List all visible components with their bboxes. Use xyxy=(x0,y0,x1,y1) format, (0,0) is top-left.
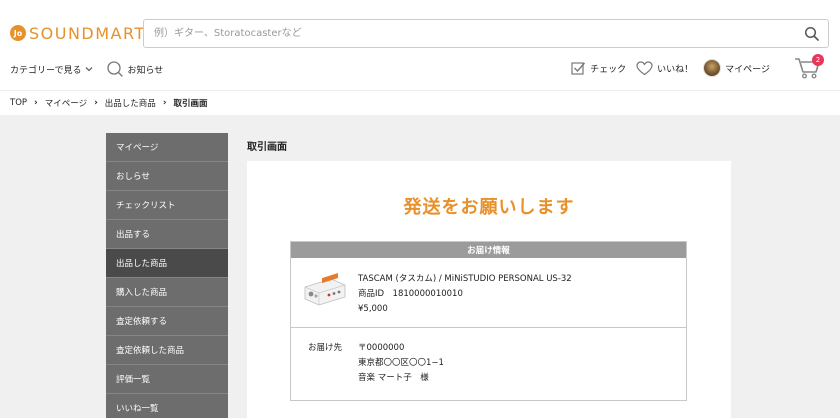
sidebar-item-request-appraisal[interactable]: 査定依頼する xyxy=(106,307,228,336)
sidebar-item-notices[interactable]: おしらせ xyxy=(106,162,228,191)
breadcrumb: TOP › マイページ › 出品した商品 › 取引画面 xyxy=(0,90,840,115)
product-id: 商品ID 1810000010010 xyxy=(358,289,463,299)
product-image[interactable] xyxy=(301,273,347,309)
like-label: いいね！ xyxy=(657,64,694,75)
heart-icon xyxy=(636,60,653,75)
checkbox-icon xyxy=(571,61,586,75)
breadcrumb-separator-icon: › xyxy=(94,98,98,108)
search-input[interactable] xyxy=(144,20,784,47)
sidebar-item-checklist[interactable]: チェックリスト xyxy=(106,191,228,220)
cart-count-badge: 2 xyxy=(812,54,824,66)
search-icon[interactable] xyxy=(804,26,820,42)
breadcrumb-current: 取引画面 xyxy=(173,99,208,109)
breadcrumb-separator-icon: › xyxy=(162,98,167,108)
mypage-link[interactable]: マイページ xyxy=(703,59,770,77)
category-label: カテゴリーで見る xyxy=(10,65,82,76)
sidebar-item-sell[interactable]: 出品する xyxy=(106,220,228,249)
notification-search-icon xyxy=(107,61,124,77)
check-link[interactable]: チェック xyxy=(571,61,626,76)
like-link[interactable]: いいね！ xyxy=(636,60,694,76)
address-row: お届け先 〒0000000 東京都〇〇区〇〇1−1 音楽 マート子 様 xyxy=(291,328,686,400)
sidebar: マイページ おしらせ チェックリスト 出品する 出品した商品 購入した商品 査定… xyxy=(106,133,228,418)
notifications-link[interactable]: お知らせ xyxy=(106,60,163,78)
category-menu[interactable]: カテゴリーで見る xyxy=(10,63,94,76)
breadcrumb-top[interactable]: TOP xyxy=(10,98,27,108)
recipient-name: 音楽 マート子 様 xyxy=(358,373,429,383)
logo-icon: Jo xyxy=(10,25,26,41)
site-logo[interactable]: Jo SOUNDMART xyxy=(10,22,146,44)
breadcrumb-separator-icon: › xyxy=(34,98,38,108)
sidebar-item-ratings[interactable]: 評価一覧 xyxy=(106,365,228,394)
cart-button[interactable]: 2 xyxy=(794,54,824,80)
street-address: 東京都〇〇区〇〇1−1 xyxy=(358,358,444,368)
mypage-label: マイページ xyxy=(725,64,770,75)
site-header: Jo SOUNDMART カテゴリーで見る お知らせ xyxy=(0,0,840,90)
transaction-panel: 発送をお願いします お届け情報 TASCAM (タスカム) / MiNiSTUD… xyxy=(247,161,731,418)
page-title: 取引画面 xyxy=(247,142,287,153)
postal-code: 〒0000000 xyxy=(358,343,405,353)
check-label: チェック xyxy=(590,64,627,75)
sidebar-item-appraisal-requested[interactable]: 査定依頼した商品 xyxy=(106,336,228,365)
delivery-info-box: お届け情報 TASCAM (タスカム) / MiNiSTUDIO PERSONA… xyxy=(290,241,687,401)
search-box xyxy=(143,19,829,48)
logo-text: SOUNDMART xyxy=(29,23,146,43)
breadcrumb-mypage[interactable]: マイページ xyxy=(45,97,87,109)
breadcrumb-listed-items[interactable]: 出品した商品 xyxy=(105,97,156,109)
product-row: TASCAM (タスカム) / MiNiSTUDIO PERSONAL US-3… xyxy=(291,258,686,328)
product-price: ¥5,000 xyxy=(358,304,388,314)
chevron-down-icon xyxy=(86,67,93,72)
delivery-info-header: お届け情報 xyxy=(291,242,686,258)
sidebar-item-mypage[interactable]: マイページ xyxy=(106,133,228,162)
sidebar-item-purchased-items[interactable]: 購入した商品 xyxy=(106,278,228,307)
sidebar-item-likes[interactable]: いいね一覧 xyxy=(106,394,228,418)
sidebar-item-listed-items[interactable]: 出品した商品 xyxy=(106,249,228,278)
address-label: お届け先 xyxy=(308,343,343,353)
avatar xyxy=(703,59,722,77)
status-heading: 発送をお願いします xyxy=(403,197,575,218)
product-name[interactable]: TASCAM (タスカム) / MiNiSTUDIO PERSONAL US-3… xyxy=(358,272,572,287)
notifications-label: お知らせ xyxy=(127,65,164,76)
